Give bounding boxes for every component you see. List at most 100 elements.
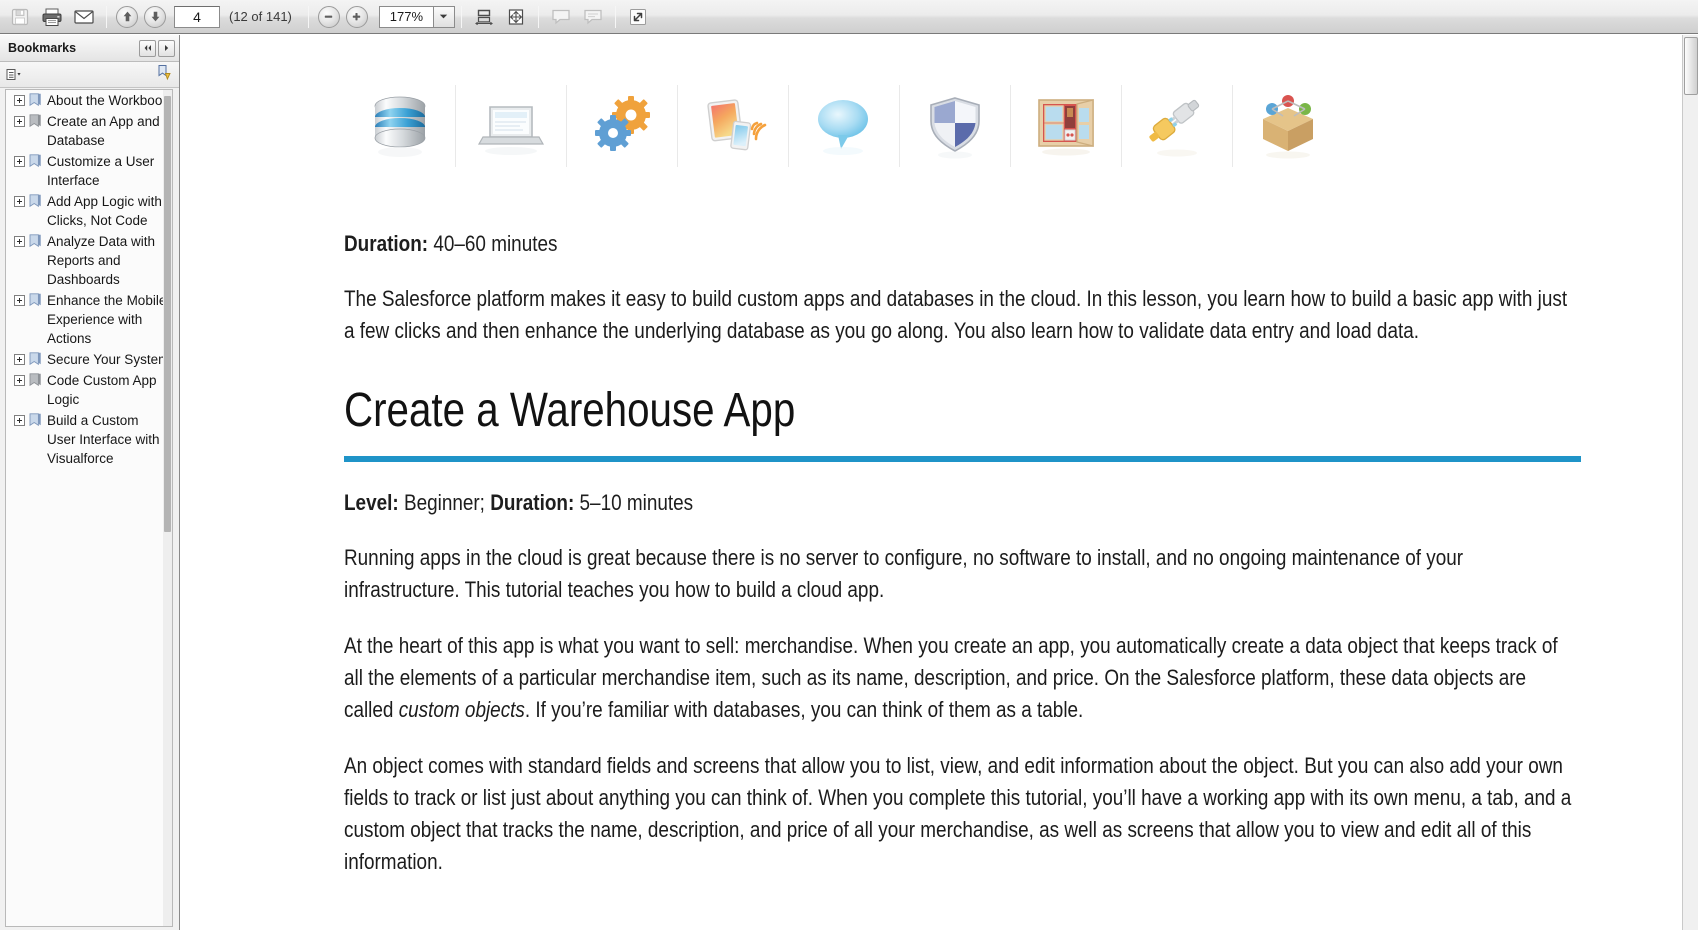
bookmark-item-8[interactable]: Build a Custom User Interface with Visua… [6, 410, 172, 469]
bookmark-options-button[interactable] [6, 68, 23, 82]
custom-objects-emphasis: custom objects [398, 697, 525, 722]
zoom-out-button[interactable] [317, 5, 340, 28]
expand-bookmark-icon[interactable] [14, 354, 25, 365]
zoom-value-input[interactable]: 177% [378, 5, 433, 28]
fit-width-icon [474, 9, 493, 25]
toolbar-separator [106, 5, 107, 28]
paragraph-merchandise: At the heart of this app is what you wan… [344, 630, 1579, 726]
bookmark-label[interactable]: Build a Custom User Interface with Visua… [47, 411, 170, 468]
sticky-note-icon [552, 9, 570, 25]
bookmark-label[interactable]: Create an App and Database [47, 112, 170, 150]
section-duration-label: Duration: [490, 490, 575, 515]
database-icon [374, 96, 425, 157]
double-chevron-left-icon [144, 45, 151, 51]
bookmark-label[interactable]: Customize a User Interface [47, 152, 170, 190]
expand-bookmark-icon[interactable] [14, 295, 25, 306]
floppy-disk-icon [11, 8, 29, 25]
add-comment-button[interactable] [546, 3, 576, 31]
save-button[interactable] [5, 3, 35, 31]
bookmark-label[interactable]: Analyze Data with Reports and Dashboards [47, 232, 170, 289]
expand-bookmark-icon[interactable] [14, 116, 25, 127]
bookmark-ribbon-icon [29, 293, 42, 308]
page-number-input[interactable]: 4 [174, 5, 220, 28]
expand-bookmark-icon[interactable] [14, 236, 25, 247]
viewer-scrollbar[interactable] [1682, 35, 1698, 930]
expand-bookmark-icon[interactable] [14, 156, 25, 167]
expand-bookmark-icon[interactable] [14, 95, 25, 106]
level-value: Beginner; [398, 490, 491, 515]
icon-cell [1121, 73, 1232, 178]
email-button[interactable] [69, 3, 99, 31]
expand-bookmark-icon[interactable] [14, 375, 25, 386]
bookmarks-scrollbar[interactable] [163, 90, 172, 926]
bookmark-ribbon-icon [29, 93, 42, 108]
navigation-pane: Bookmarks About the Workbook Create an A… [0, 35, 180, 930]
arrow-down-icon [151, 11, 159, 22]
collapse-pane-button[interactable] [139, 39, 156, 57]
zoom-control[interactable]: 177% [378, 5, 455, 28]
paragraph-cloud-apps: Running apps in the cloud is great becau… [344, 545, 1464, 602]
level-label: Level: [344, 490, 399, 515]
bookmark-item-4[interactable]: Analyze Data with Reports and Dashboards [6, 231, 172, 290]
document-viewer[interactable]: Duration: 40–60 minutes The Salesforce p… [181, 35, 1698, 930]
fit-page-button[interactable] [501, 3, 531, 31]
shield-icon [929, 96, 980, 158]
expand-bookmark-icon[interactable] [14, 415, 25, 426]
window-icon [1037, 98, 1094, 155]
bookmark-ribbon-icon [29, 373, 42, 388]
print-button[interactable] [37, 3, 67, 31]
new-bookmark-button[interactable] [156, 64, 173, 86]
gears-icon [594, 95, 650, 151]
envelope-icon [74, 9, 94, 24]
mobile-devices-icon [706, 98, 766, 150]
next-page-button[interactable] [144, 5, 166, 28]
read-mode-button[interactable] [623, 3, 653, 31]
main-toolbar: 4 (12 of 141) 177% [0, 0, 1698, 34]
bookmark-label[interactable]: Code Custom App Logic [47, 371, 170, 409]
fit-width-button[interactable] [469, 3, 499, 31]
page-count-label: (12 of 141) [229, 9, 292, 24]
icon-cell [1232, 73, 1343, 178]
toolbar-separator [537, 5, 539, 28]
bookmark-ribbon-icon [29, 234, 42, 249]
bookmark-label[interactable]: Enhance the Mobile Experience with Actio… [47, 291, 170, 348]
zoom-in-button[interactable] [345, 5, 368, 28]
page-title: Create a Warehouse App [344, 384, 796, 437]
icon-cell [1010, 73, 1121, 178]
section-duration-value: 5–10 minutes [574, 490, 694, 515]
bookmark-label[interactable]: Secure Your System [47, 350, 169, 369]
bookmark-item-6[interactable]: Secure Your System [6, 349, 172, 370]
chapter-icon-strip [344, 73, 1454, 178]
document-content: Duration: 40–60 minutes The Salesforce p… [344, 231, 1581, 902]
new-bookmark-icon [158, 64, 171, 80]
viewer-scroll-thumb[interactable] [1684, 37, 1698, 95]
duration-label: Duration: [344, 231, 429, 256]
bookmark-label[interactable]: Add App Logic with Clicks, Not Code [47, 192, 170, 230]
bookmarks-scroll-thumb[interactable] [164, 96, 171, 532]
zoom-dropdown-button[interactable] [432, 5, 455, 28]
package-icon [1262, 94, 1313, 158]
bookmark-item-3[interactable]: Add App Logic with Clicks, Not Code [6, 191, 172, 231]
minus-icon [325, 15, 333, 18]
merchandise-text-part2: . If you’re familiar with databases, you… [524, 697, 1084, 722]
icon-cell [788, 73, 899, 178]
duration-line: Duration: 40–60 minutes [344, 231, 1406, 257]
bookmarks-tree[interactable]: About the Workbook Create an App and Data… [5, 89, 173, 927]
icon-cell [344, 73, 455, 178]
expand-pane-button[interactable] [158, 39, 175, 57]
expand-bookmark-icon[interactable] [14, 196, 25, 207]
printer-icon [42, 8, 62, 26]
highlight-text-button[interactable] [578, 3, 608, 31]
bookmark-item-5[interactable]: Enhance the Mobile Experience with Actio… [6, 290, 172, 349]
bookmark-item-2[interactable]: Customize a User Interface [6, 151, 172, 191]
bookmark-item-0[interactable]: About the Workbook [6, 90, 172, 111]
bookmark-label[interactable]: About the Workbook [47, 91, 169, 110]
list-options-icon [6, 68, 21, 80]
previous-page-button[interactable] [116, 5, 138, 28]
accent-rule [344, 456, 1581, 462]
bookmark-item-1[interactable]: Create an App and Database [6, 111, 172, 151]
bookmark-item-7[interactable]: Code Custom App Logic [6, 370, 172, 410]
duration-value: 40–60 minutes [428, 231, 558, 256]
pdf-page: Duration: 40–60 minutes The Salesforce p… [181, 35, 1698, 930]
arrow-up-icon [123, 11, 131, 22]
